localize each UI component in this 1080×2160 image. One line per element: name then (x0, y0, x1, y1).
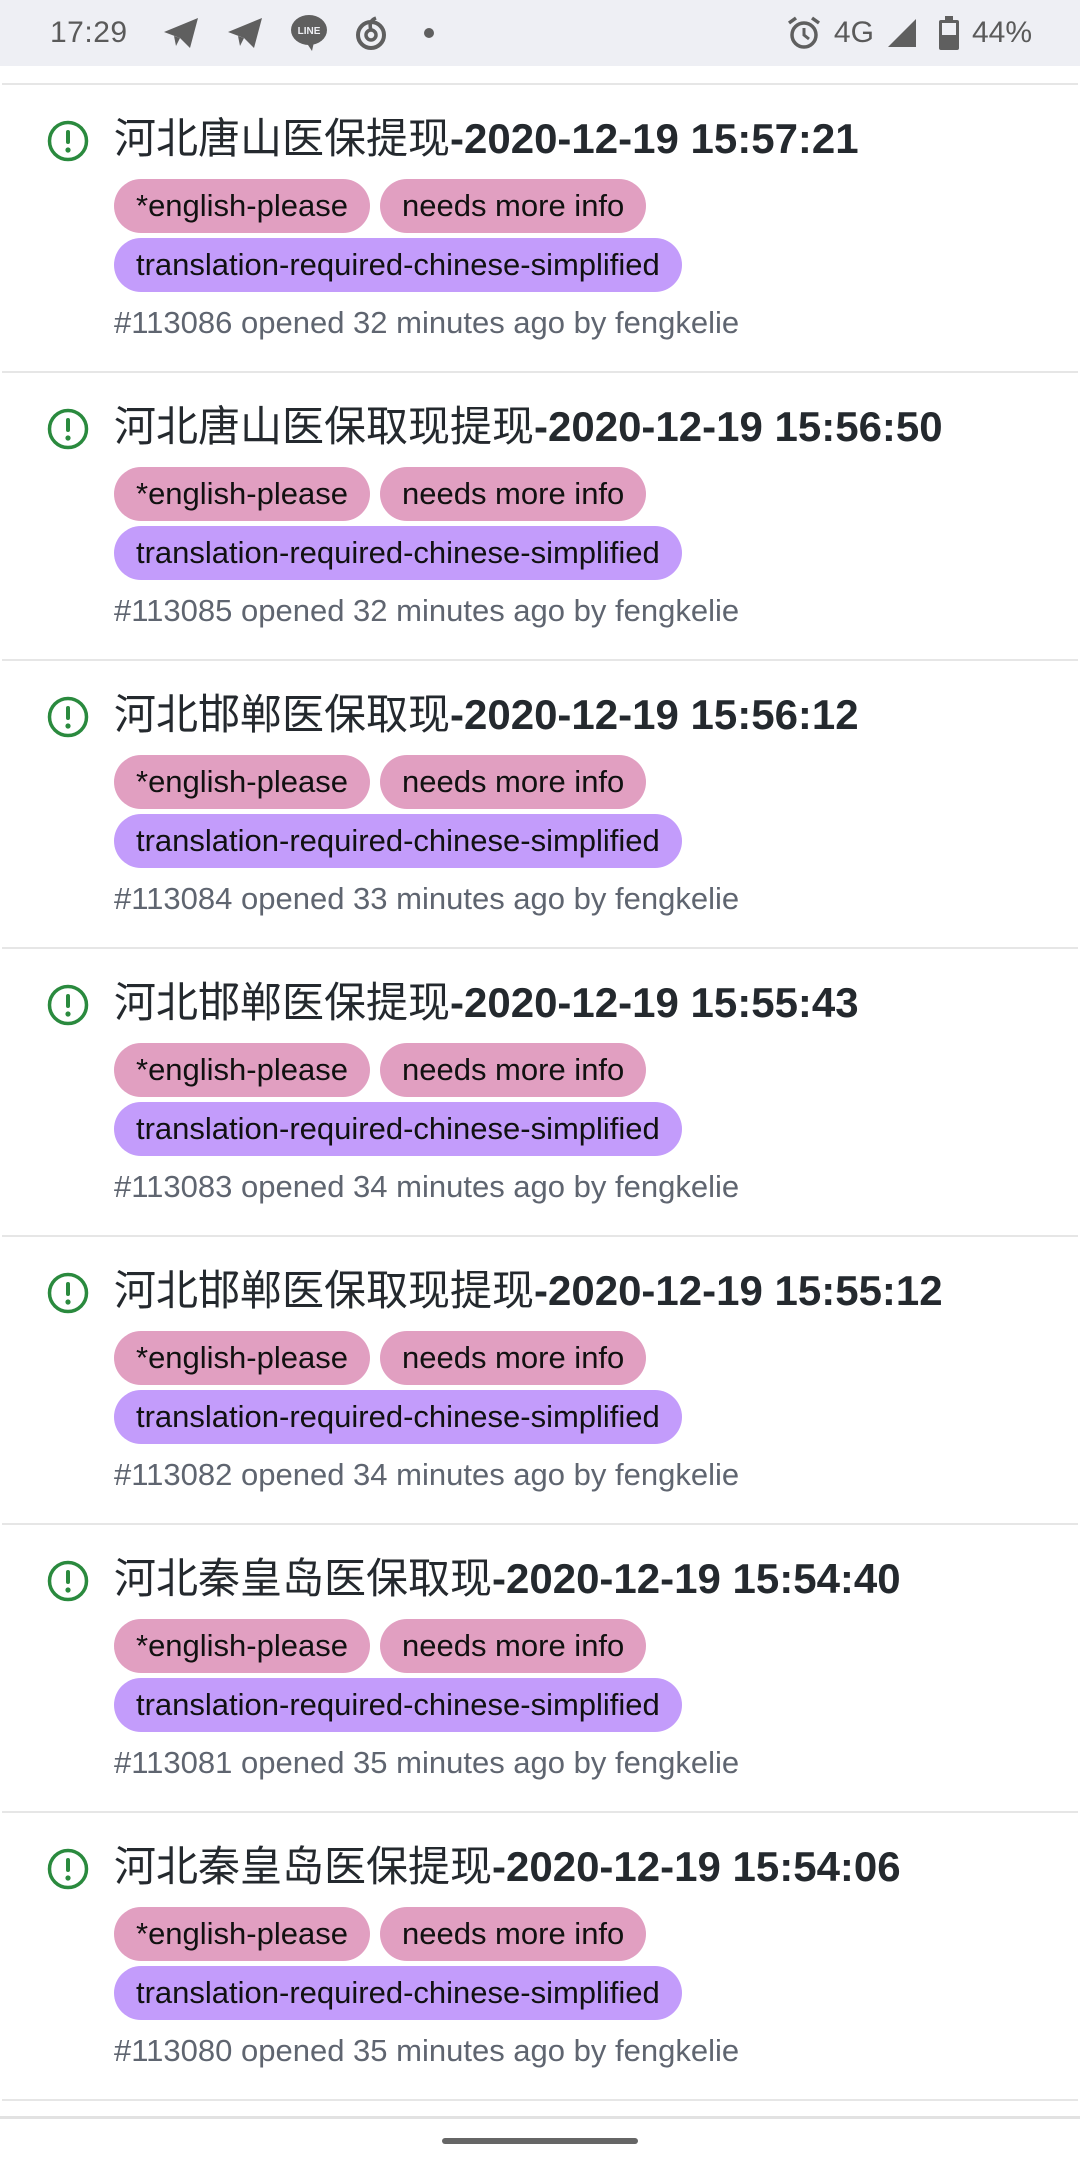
battery-percent: 44% (971, 16, 1032, 49)
issue-list-item[interactable]: 河北邯郸医保取现提现-2020-12-19 15:55:12 *english-… (2, 1237, 1078, 1525)
issue-list-item[interactable]: 河北唐山医保取现提现-2020-12-19 15:56:50 *english-… (2, 373, 1078, 661)
issue-labels: *english-please needs more info translat… (114, 755, 914, 873)
issue-list-item[interactable]: 河北秦皇岛医保提现-2020-12-19 15:54:06 *english-p… (2, 1813, 1078, 2101)
issue-list-item[interactable]: 河北邯郸医保取现-2020-12-19 15:56:12 *english-pl… (2, 661, 1078, 949)
label-translation-required[interactable]: translation-required-chinese-simplified (114, 814, 682, 868)
issue-title[interactable]: 河北邯郸医保提现-2020-12-19 15:55:43 (114, 975, 859, 1031)
netease-music-icon (354, 15, 388, 51)
open-issue-icon (46, 1271, 90, 1315)
label-needs-more-info[interactable]: needs more info (379, 1043, 647, 1097)
issue-title-text: 河北邯郸医保提现 (114, 979, 451, 1026)
issue-meta: #113082 opened 34 minutes ago by fengkel… (114, 1457, 740, 1492)
issue-labels: *english-please needs more info translat… (114, 1331, 914, 1449)
issue-title-timestamp: -2020-12-19 15:56:50 (534, 403, 943, 450)
issue-title-text: 河北邯郸医保取现提现 (114, 1267, 535, 1314)
issue-title[interactable]: 河北秦皇岛医保提现-2020-12-19 15:54:06 (114, 1839, 901, 1895)
issue-labels: *english-please needs more info translat… (114, 1619, 914, 1737)
issue-title-timestamp: -2020-12-19 15:57:21 (450, 115, 859, 162)
line-icon: LINE (290, 14, 328, 52)
label-english-please[interactable]: *english-please (114, 179, 370, 233)
issue-list-item[interactable]: 河北邯郸医保提现-2020-12-19 15:55:43 *english-pl… (2, 949, 1078, 1237)
issue-labels: *english-please needs more info translat… (114, 1907, 914, 2025)
issue-meta: #113083 opened 34 minutes ago by fengkel… (114, 1169, 740, 1204)
issue-title-timestamp: -2020-12-19 15:55:12 (534, 1267, 943, 1314)
divider (0, 2116, 1080, 2119)
issue-meta: #113081 opened 35 minutes ago by fengkel… (114, 1745, 740, 1780)
issue-title-text: 河北秦皇岛医保取现 (114, 1555, 493, 1602)
label-english-please[interactable]: *english-please (114, 467, 370, 521)
label-translation-required[interactable]: translation-required-chinese-simplified (114, 526, 682, 580)
label-needs-more-info[interactable]: needs more info (379, 179, 647, 233)
issue-meta: #113080 opened 35 minutes ago by fengkel… (114, 2033, 740, 2068)
telegram-icon (226, 16, 264, 50)
open-issue-icon (46, 119, 90, 163)
open-issue-icon (46, 407, 90, 451)
telegram-icon (162, 16, 200, 50)
label-needs-more-info[interactable]: needs more info (379, 1331, 647, 1385)
issue-title[interactable]: 河北唐山医保提现-2020-12-19 15:57:21 (114, 111, 859, 167)
status-bar: 17:29 LINE 4G 44% (0, 0, 1080, 66)
open-issue-icon (46, 983, 90, 1027)
issue-title-text: 河北秦皇岛医保提现 (114, 1843, 493, 1890)
issue-title-timestamp: -2020-12-19 15:56:12 (450, 691, 859, 738)
issue-title-text: 河北邯郸医保取现 (114, 691, 451, 738)
label-english-please[interactable]: *english-please (114, 1331, 370, 1385)
open-issue-icon (46, 1847, 90, 1891)
issue-labels: *english-please needs more info translat… (114, 1043, 914, 1161)
issue-labels: *english-please needs more info translat… (114, 179, 914, 297)
issue-title[interactable]: 河北邯郸医保取现-2020-12-19 15:56:12 (114, 687, 859, 743)
home-indicator[interactable] (442, 2138, 638, 2144)
label-translation-required[interactable]: translation-required-chinese-simplified (114, 1390, 682, 1444)
label-translation-required[interactable]: translation-required-chinese-simplified (114, 238, 682, 292)
label-translation-required[interactable]: translation-required-chinese-simplified (114, 1102, 682, 1156)
battery-icon (938, 15, 960, 51)
issue-title-text: 河北唐山医保取现提现 (114, 403, 535, 450)
label-english-please[interactable]: *english-please (114, 755, 370, 809)
label-translation-required[interactable]: translation-required-chinese-simplified (114, 1966, 682, 2020)
status-time: 17:29 (50, 16, 128, 49)
label-needs-more-info[interactable]: needs more info (379, 1619, 647, 1673)
issue-title-timestamp: -2020-12-19 15:55:43 (450, 979, 859, 1026)
issue-title[interactable]: 河北邯郸医保取现提现-2020-12-19 15:55:12 (114, 1263, 943, 1319)
issue-meta: #113086 opened 32 minutes ago by fengkel… (114, 305, 740, 340)
issue-list: 河北唐山医保提现-2020-12-19 15:57:21 *english-pl… (0, 66, 1080, 2101)
label-needs-more-info[interactable]: needs more info (379, 755, 647, 809)
label-english-please[interactable]: *english-please (114, 1619, 370, 1673)
svg-text:LINE: LINE (297, 26, 320, 37)
signal-icon (886, 17, 918, 49)
more-notifications-dot (423, 28, 434, 38)
issue-meta: #113084 opened 33 minutes ago by fengkel… (114, 881, 740, 916)
label-english-please[interactable]: *english-please (114, 1907, 370, 1961)
issue-title-text: 河北唐山医保提现 (114, 115, 451, 162)
open-issue-icon (46, 695, 90, 739)
open-issue-icon (46, 1559, 90, 1603)
label-translation-required[interactable]: translation-required-chinese-simplified (114, 1678, 682, 1732)
issue-meta: #113085 opened 32 minutes ago by fengkel… (114, 593, 740, 628)
issue-title-timestamp: -2020-12-19 15:54:40 (492, 1555, 901, 1602)
issue-list-item[interactable]: 河北秦皇岛医保取现-2020-12-19 15:54:40 *english-p… (2, 1525, 1078, 1813)
issue-list-item[interactable]: 河北唐山医保提现-2020-12-19 15:57:21 *english-pl… (2, 85, 1078, 373)
label-needs-more-info[interactable]: needs more info (379, 467, 647, 521)
issue-labels: *english-please needs more info translat… (114, 467, 914, 585)
label-needs-more-info[interactable]: needs more info (379, 1907, 647, 1961)
issue-title[interactable]: 河北唐山医保取现提现-2020-12-19 15:56:50 (114, 399, 943, 455)
alarm-icon (786, 15, 822, 51)
issue-title-timestamp: -2020-12-19 15:54:06 (492, 1843, 901, 1890)
network-type: 4G (833, 16, 874, 49)
label-english-please[interactable]: *english-please (114, 1043, 370, 1097)
issue-title[interactable]: 河北秦皇岛医保取现-2020-12-19 15:54:40 (114, 1551, 901, 1607)
